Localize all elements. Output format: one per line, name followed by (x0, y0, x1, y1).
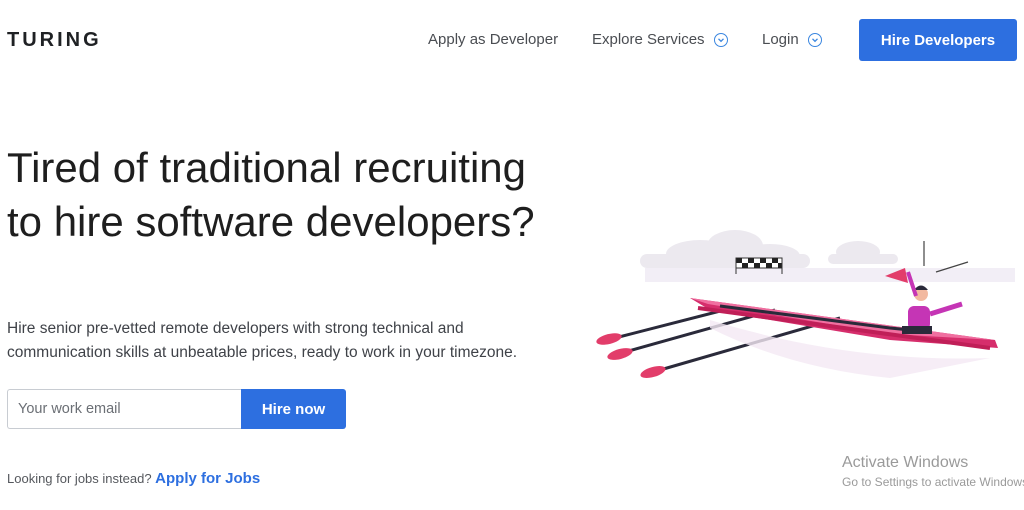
watermark-title: Activate Windows (842, 454, 969, 471)
nav-apply-label: Apply as Developer (428, 31, 559, 48)
haze-band (645, 268, 1015, 282)
activate-windows-watermark: Activate Windows Go to Settings to activ… (842, 454, 1024, 489)
hero-subtext: Hire senior pre-vetted remote developers… (7, 320, 518, 361)
nav-login[interactable]: Login (762, 31, 822, 48)
hire-now-button[interactable]: Hire now (241, 389, 346, 429)
nav-login-label: Login (762, 31, 799, 48)
jobs-prompt-text: Looking for jobs instead? (7, 471, 152, 486)
rowing-team-illustration (596, 230, 1015, 378)
top-navigation: Apply as Developer Explore Services Logi… (0, 19, 1024, 61)
work-email-input[interactable] (7, 389, 241, 429)
hero-headline: Tired of traditional recruiting to hire … (7, 144, 535, 245)
jobs-prompt-line: Looking for jobs instead? Apply for Jobs (7, 470, 260, 487)
nav-explore-label: Explore Services (592, 31, 705, 48)
shout-lines (923, 241, 969, 273)
chevron-down-circle-icon (713, 32, 728, 47)
nav-explore-services[interactable]: Explore Services (592, 31, 728, 48)
apply-for-jobs-link[interactable]: Apply for Jobs (155, 470, 260, 487)
hire-developers-button[interactable]: Hire Developers (859, 19, 1017, 61)
watermark-subtitle: Go to Settings to activate Windows. (842, 475, 1024, 489)
nav-apply-as-developer[interactable]: Apply as Developer (428, 31, 558, 48)
chevron-down-circle-icon (807, 32, 822, 47)
hire-form: Hire now (7, 389, 346, 429)
